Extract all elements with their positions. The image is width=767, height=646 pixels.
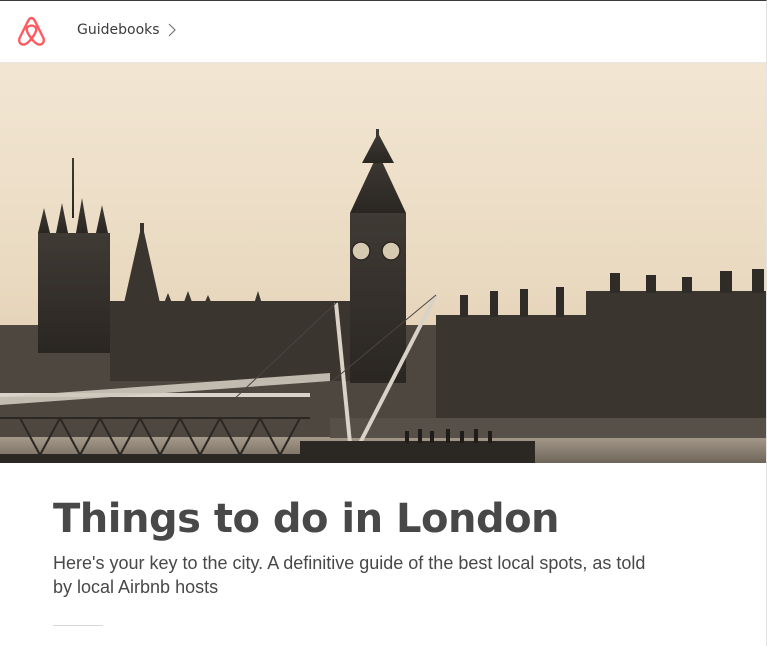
page-title: Things to do in London bbox=[53, 496, 560, 542]
airbnb-logo-icon[interactable] bbox=[16, 15, 47, 48]
chevron-right-icon bbox=[168, 23, 176, 37]
top-nav-bar: Guidebooks bbox=[0, 1, 766, 63]
hero-image-london-skyline bbox=[0, 63, 766, 463]
breadcrumb-label: Guidebooks bbox=[77, 22, 160, 38]
breadcrumb-guidebooks[interactable]: Guidebooks bbox=[77, 22, 176, 38]
guide-intro: Things to do in London Here's your key t… bbox=[53, 493, 693, 599]
page-subtitle: Here's your key to the city. A definitiv… bbox=[53, 553, 646, 597]
section-divider bbox=[53, 625, 103, 626]
page: Guidebooks Things to do in London Here's… bbox=[0, 0, 767, 646]
